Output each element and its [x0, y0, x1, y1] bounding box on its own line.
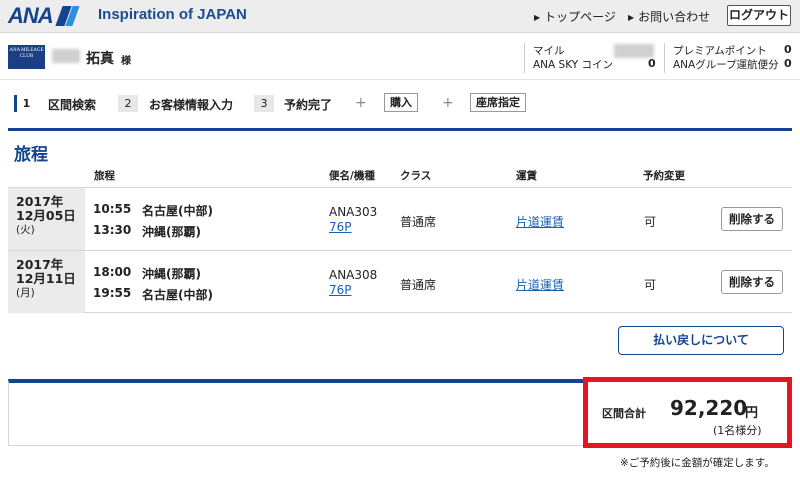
total-amount: 92,220 [670, 396, 748, 420]
step-3-number: 3 [254, 95, 274, 112]
day-of-week: (火) [16, 224, 35, 236]
plus-icon: + [355, 95, 367, 111]
masked-surname [52, 49, 80, 63]
change-allowed: 可 [644, 278, 657, 292]
fare-link[interactable]: 片道運賃 [516, 276, 564, 293]
seat-selection-step: 座席指定 [470, 93, 526, 112]
departure-time: 10:55 [93, 202, 132, 216]
total-currency: 円 [745, 406, 759, 421]
header-fare: 運賃 [516, 170, 537, 182]
coin-label: ANA SKY コイン [533, 59, 613, 71]
seat-class: 普通席 [400, 278, 437, 292]
tagline: Inspiration of JAPAN [98, 6, 247, 23]
masked-mile-value [614, 44, 654, 58]
header-flight: 便名/機種 [329, 170, 375, 182]
step-2-number: 2 [118, 95, 138, 112]
arrival-time: 19:55 [93, 286, 132, 300]
seat-class: 普通席 [400, 215, 437, 229]
logo-stripes-icon [55, 6, 81, 26]
departure-place: 沖縄(那覇) [142, 267, 201, 281]
group-flights-label: ANAグループ運航便分 [673, 59, 779, 71]
aircraft-link[interactable]: 76P [329, 220, 352, 234]
table-row: 2017年 12月11日 (月) 18:00 沖縄(那覇) 19:55 名古屋(… [8, 250, 792, 313]
header-route: 旅程 [94, 170, 115, 182]
coin-value: 0 [648, 57, 656, 70]
logo-text: ANA [8, 3, 54, 28]
ana-logo[interactable]: ANA [8, 3, 81, 28]
date: 12月11日 [16, 271, 76, 286]
member-honorific: 様 [121, 56, 131, 67]
purchase-step: 購入 [384, 93, 418, 112]
change-allowed: 可 [644, 215, 657, 229]
top-bar: ANA Inspiration of JAPAN ▶ トップページ ▶ お問い合わせ… [0, 0, 800, 33]
step-1-number: 1 [14, 95, 36, 112]
member-bar: ANA MILEAGE CLUB 拓真 様 マイル ANA SKY コイン 0 … [0, 34, 800, 80]
member-name: 拓真 [86, 51, 114, 67]
step-3-label: 予約完了 [284, 98, 333, 112]
divider [524, 43, 525, 73]
premium-points-value: 0 [784, 43, 792, 56]
mileage-club-logo: ANA MILEAGE CLUB [8, 45, 45, 69]
refund-info-button[interactable]: 払い戻しについて [618, 326, 784, 355]
total-label: 区間合計 [602, 407, 646, 420]
plus-icon: + [442, 95, 454, 111]
mile-label: マイル [533, 45, 565, 57]
arrow-right-icon: ▶ [534, 13, 541, 22]
arrival-place: 名古屋(中部) [142, 288, 213, 302]
header-class: クラス [400, 170, 432, 182]
year: 2017年 [16, 257, 64, 272]
flight-number: ANA308 [329, 268, 378, 282]
price-note: ※ご予約後に金額が確定します。 [620, 457, 775, 469]
itinerary-title: 旅程 [14, 145, 48, 165]
date-cell: 2017年 12月05日 (火) [8, 188, 85, 250]
group-flights-value: 0 [784, 57, 792, 70]
logout-button[interactable]: ログアウト [727, 5, 791, 26]
table-row: 2017年 12月05日 (火) 10:55 名古屋(中部) 13:30 沖縄(… [8, 187, 792, 250]
arrival-time: 13:30 [93, 223, 132, 237]
delete-button[interactable]: 削除する [721, 270, 783, 294]
year: 2017年 [16, 194, 64, 209]
total-per-person: (1名様分) [713, 424, 762, 437]
booking-steps: 1 区間検索 2 お客様情報入力 3 予約完了 + 購入 + 座席指定 [0, 88, 800, 118]
contact-link[interactable]: ▶ お問い合わせ [628, 8, 710, 25]
date: 12月05日 [16, 208, 76, 223]
aircraft-link[interactable]: 76P [329, 283, 352, 297]
arrival-place: 沖縄(那覇) [142, 225, 201, 239]
header-change: 予約変更 [643, 170, 685, 182]
premium-points-label: プレミアムポイント [673, 45, 767, 57]
step-1-label: 区間検索 [48, 98, 97, 112]
top-page-link[interactable]: ▶ トップページ [534, 8, 616, 25]
day-of-week: (月) [16, 287, 35, 299]
total-highlight: 区間合計 92,220 円 (1名様分) [583, 377, 792, 448]
flight-number: ANA303 [329, 205, 378, 219]
departure-place: 名古屋(中部) [142, 204, 213, 218]
step-2-label: お客様情報入力 [149, 98, 234, 112]
section-rule [8, 128, 792, 131]
date-cell: 2017年 12月11日 (月) [8, 251, 85, 313]
arrow-right-icon: ▶ [628, 13, 635, 22]
divider [664, 43, 665, 73]
delete-button[interactable]: 削除する [721, 207, 783, 231]
departure-time: 18:00 [93, 265, 132, 279]
fare-link[interactable]: 片道運賃 [516, 213, 564, 230]
